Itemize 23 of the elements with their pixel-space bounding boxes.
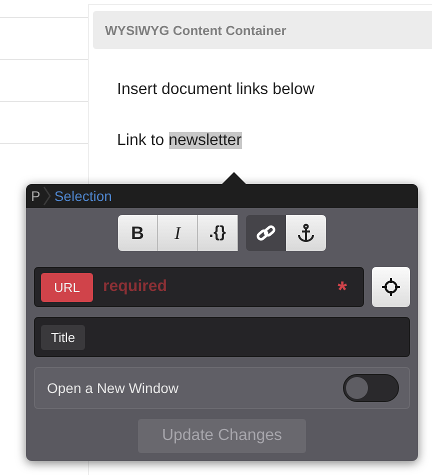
title-field[interactable]: Title: [34, 317, 410, 357]
italic-button[interactable]: I: [158, 215, 198, 251]
breadcrumb-item[interactable]: P: [31, 188, 40, 204]
paragraph-text: Link to newsletter: [116, 132, 243, 150]
crosshair-icon: [382, 278, 400, 296]
link-button[interactable]: [246, 215, 286, 251]
field-label: URL: [41, 272, 94, 302]
breadcrumb-item[interactable]: Selection: [54, 188, 112, 204]
container-title: WYSIWYG Content Container: [105, 22, 286, 38]
anchor-button[interactable]: [286, 215, 326, 251]
link-icon: [256, 223, 276, 243]
chevron-icon: [43, 186, 52, 206]
bold-button[interactable]: B: [118, 215, 158, 251]
code-button[interactable]: .{}: [198, 215, 238, 251]
anchor-icon: [296, 223, 316, 243]
field-label: Title: [41, 324, 86, 350]
target-button[interactable]: [372, 267, 410, 307]
url-field[interactable]: URL required *: [34, 267, 364, 307]
toggle-switch[interactable]: [343, 374, 399, 402]
required-mark: *: [338, 276, 347, 303]
option-label: Open a New Window: [47, 380, 179, 396]
paragraph-text: Insert document links below: [116, 81, 316, 99]
url-input[interactable]: required: [101, 277, 338, 297]
